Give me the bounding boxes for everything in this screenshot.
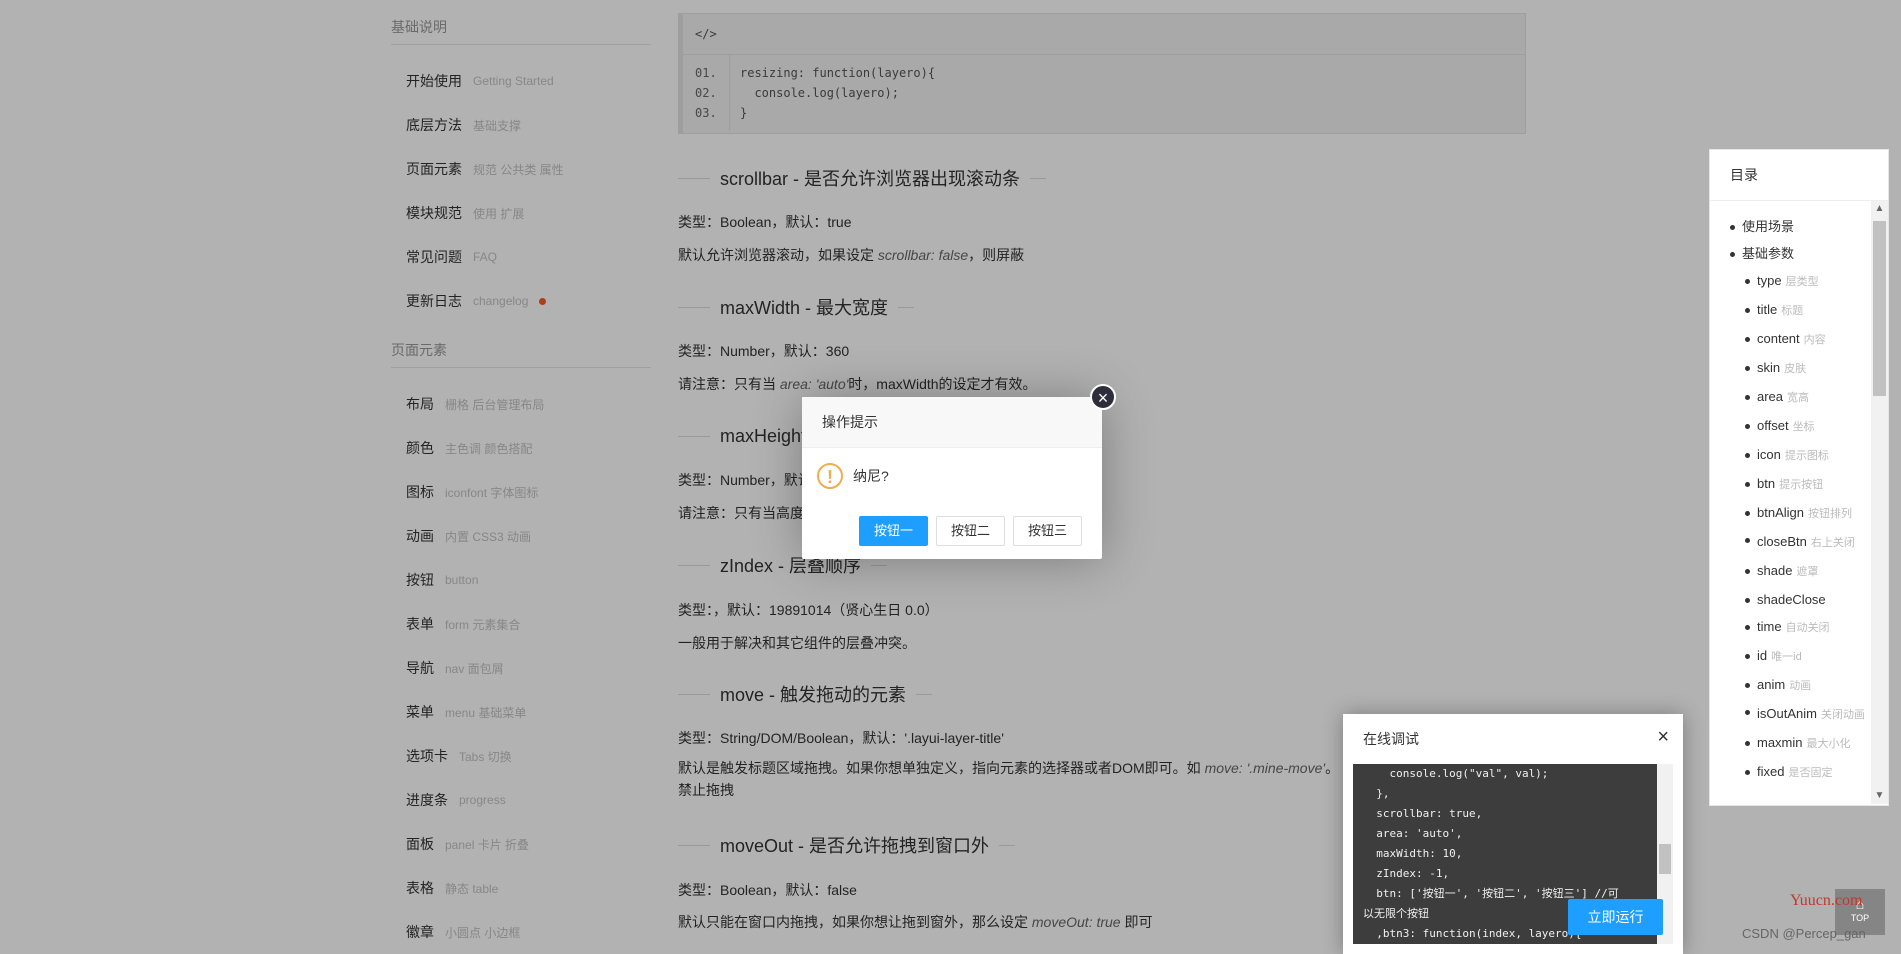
toc-item[interactable]: btnAlign 按钮排列 — [1710, 499, 1870, 528]
toc-item-sub: 自动关闭 — [1785, 622, 1830, 634]
toc-item[interactable]: 基础参数 — [1710, 240, 1870, 267]
toc-item[interactable]: type 层类型 — [1710, 267, 1870, 296]
toc-item[interactable]: offset 坐标 — [1710, 412, 1870, 441]
toc-item-label: offset — [1757, 418, 1789, 433]
toc-item-label: content — [1757, 331, 1800, 346]
toc-item[interactable]: id 唯一id — [1710, 642, 1870, 671]
top-label: TOP — [1850, 913, 1870, 923]
debug-close-icon[interactable]: × — [1657, 727, 1669, 747]
table-of-contents: 目录 使用场景 基础参数 type 层类型 title 标题 content 内容 skin 皮肤… — [1709, 149, 1889, 806]
toc-scrollbar[interactable]: ▲ ▼ — [1871, 201, 1888, 804]
toc-item[interactable]: btn 提示按钮 — [1710, 470, 1870, 499]
toc-item[interactable]: anim 动画 — [1710, 671, 1870, 700]
toc-item-label: 基础参数 — [1742, 246, 1795, 261]
toc-item-sub: 最大小化 — [1806, 738, 1851, 750]
dialog-body: ! 纳尼? — [817, 463, 889, 489]
toc-item-label: skin — [1757, 360, 1781, 375]
run-button[interactable]: 立即运行 — [1568, 899, 1663, 935]
toc-title: 目录 — [1710, 150, 1888, 201]
scroll-up-icon[interactable]: ▲ — [1871, 201, 1888, 217]
confirm-dialog: 操作提示 × ! 纳尼? 按钮一 按钮二 按钮三 — [802, 384, 1116, 559]
toc-item-sub: 皮肤 — [1784, 363, 1807, 375]
debug-title: 在线调试 — [1363, 731, 1419, 747]
toc-item[interactable]: fixed 是否固定 — [1710, 758, 1870, 787]
toc-item-label: type — [1757, 273, 1782, 288]
toc-item-label: 使用场景 — [1742, 219, 1795, 234]
toc-item[interactable]: closeBtn 右上关闭 — [1710, 528, 1870, 557]
toc-item-label: isOutAnim — [1757, 706, 1817, 721]
dialog-title[interactable]: 操作提示 — [802, 397, 1102, 448]
toc-item-sub: 层类型 — [1785, 276, 1819, 288]
toc-item-label: anim — [1757, 677, 1786, 692]
toc-item-label: btn — [1757, 476, 1776, 491]
button-2[interactable]: 按钮二 — [935, 516, 1005, 546]
toc-item[interactable]: maxmin 最大小化 — [1710, 729, 1870, 758]
toc-item[interactable]: time 自动关闭 — [1710, 613, 1870, 642]
toc-item-sub: 坐标 — [1792, 421, 1815, 433]
toc-item-label: shade — [1757, 563, 1793, 578]
toc-item-label: title — [1757, 302, 1778, 317]
toc-item[interactable]: title 标题 — [1710, 296, 1870, 325]
toc-item-label: time — [1757, 619, 1782, 634]
button-1[interactable]: 按钮一 — [858, 516, 928, 546]
toc-item-label: area — [1757, 389, 1784, 404]
scroll-down-icon[interactable]: ▼ — [1871, 788, 1888, 804]
toc-item-sub: 唯一id — [1771, 651, 1802, 663]
toc-item-sub: 动画 — [1789, 680, 1812, 692]
toc-item-sub: 右上关闭 — [1810, 537, 1855, 549]
toc-item-sub: 遮罩 — [1796, 566, 1819, 578]
toc-item-sub: 是否固定 — [1788, 767, 1833, 779]
toc-item[interactable]: area 宽高 — [1710, 383, 1870, 412]
button-3[interactable]: 按钮三 — [1012, 516, 1082, 546]
toc-item-sub: 关闭动画 — [1820, 709, 1865, 721]
toc-item-sub: 提示按钮 — [1779, 479, 1824, 491]
dialog-buttons: 按钮一 按钮二 按钮三 — [858, 516, 1082, 546]
page: 基础说明 开始使用 Getting Started 底层方法 基础支撑 页面元素 规范 公… — [0, 0, 1901, 954]
close-icon[interactable]: × — [1090, 384, 1116, 410]
toc-item-label: icon — [1757, 447, 1781, 462]
watermark-site: Yuucn.com — [1790, 892, 1863, 909]
toc-item[interactable]: shadeClose — [1710, 586, 1870, 613]
toc-item-label: fixed — [1757, 764, 1785, 779]
toc-item-label: id — [1757, 648, 1768, 663]
warning-icon: ! — [817, 463, 843, 489]
toc-item-label: btnAlign — [1757, 505, 1804, 520]
editor-scroll-thumb[interactable] — [1659, 844, 1671, 874]
toc-item-sub: 按钮排列 — [1807, 508, 1852, 520]
toc-item[interactable]: content 内容 — [1710, 325, 1870, 354]
toc-list: 使用场景 基础参数 type 层类型 title 标题 content 内容 skin 皮肤 are… — [1710, 201, 1870, 804]
toc-item-sub: 标题 — [1781, 305, 1804, 317]
toc-item-label: maxmin — [1757, 735, 1803, 750]
toc-item-sub: 宽高 — [1787, 392, 1810, 404]
watermark-csdn: CSDN @Percep_gan — [1742, 926, 1866, 941]
toc-scroll-thumb[interactable] — [1873, 221, 1886, 396]
dialog-message: 纳尼? — [853, 468, 889, 484]
toc-item-sub: 内容 — [1803, 334, 1826, 346]
toc-item[interactable]: icon 提示图标 — [1710, 441, 1870, 470]
toc-item[interactable]: shade 遮罩 — [1710, 557, 1870, 586]
toc-item[interactable]: 使用场景 — [1710, 213, 1870, 240]
toc-item-label: shadeClose — [1757, 592, 1826, 607]
toc-item[interactable]: skin 皮肤 — [1710, 354, 1870, 383]
toc-item[interactable]: isOutAnim 关闭动画 — [1710, 700, 1870, 729]
online-debug-panel: 在线调试 × console.log("val", val); }, scrol… — [1343, 714, 1683, 954]
toc-item-sub: 提示图标 — [1784, 450, 1829, 462]
toc-item-label: closeBtn — [1757, 534, 1807, 549]
